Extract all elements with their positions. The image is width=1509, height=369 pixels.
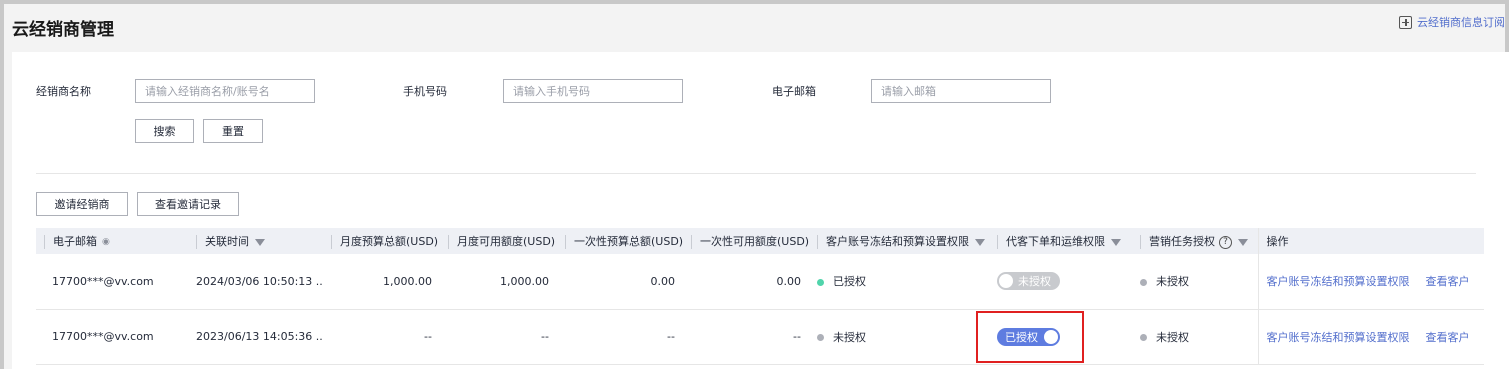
status-dot — [817, 278, 824, 286]
phone-filter-label: 手机号码 — [403, 85, 447, 98]
col-order-permission: 代客下单和运维权限 — [989, 228, 1132, 254]
invite-dealer-button[interactable]: 邀请经销商 — [36, 192, 128, 216]
cell-linked-time: 2023/06/13 14:05:36 ... — [188, 309, 323, 365]
filter-icon[interactable] — [255, 238, 265, 246]
search-button[interactable]: 搜索 — [135, 119, 194, 143]
reset-button[interactable]: 重置 — [203, 119, 263, 143]
dealer-table: 电子邮箱 ◉ 关联时间 月度预算总额(USD) 月度可用额度(USD) 一次性预算… — [36, 228, 1484, 365]
status-dot — [817, 334, 824, 341]
cell-order-permission: 未授权 — [989, 254, 1132, 310]
cell-operations: 客户账号冻结和预算设置权限 查看客户 — [1257, 254, 1484, 310]
subscribe-label: 云经销商信息订阅 — [1417, 16, 1505, 29]
cell-email: 17700***@vv.com — [36, 309, 188, 365]
status-dot — [1140, 278, 1147, 286]
highlight-box — [976, 311, 1084, 363]
col-freeze-permission: 客户账号冻结和预算设置权限 — [809, 228, 989, 254]
col-operations: 操作 — [1257, 228, 1484, 254]
freeze-permission-link[interactable]: 客户账号冻结和预算设置权限 — [1267, 331, 1410, 344]
cell-marketing-status: 未授权 — [1132, 254, 1258, 310]
status-dot — [1140, 334, 1147, 341]
col-email: 电子邮箱 ◉ — [36, 228, 188, 254]
phone-input[interactable] — [503, 79, 683, 103]
cell-onetime-available: 0.00 — [683, 254, 809, 310]
filter-icon[interactable] — [975, 238, 985, 246]
main-panel: 经销商名称 手机号码 电子邮箱 搜索 重置 邀请经销商 查看邀请记录 电子邮箱◉… — [12, 52, 1509, 369]
cell-monthly-available: 1,000.00 — [440, 254, 557, 310]
filter-icon[interactable] — [1111, 238, 1121, 246]
cell-onetime-budget: 0.00 — [557, 254, 683, 310]
col-marketing-auth: 营销任务授权? — [1132, 228, 1258, 254]
freeze-permission-link[interactable]: 客户账号冻结和预算设置权限 — [1267, 275, 1410, 288]
filter-icon[interactable] — [1238, 238, 1248, 246]
view-customers-link[interactable]: 查看客户 — [1426, 331, 1470, 344]
page-title: 云经销商管理 — [12, 20, 114, 40]
subscribe-link[interactable]: 云经销商信息订阅 — [1399, 14, 1505, 30]
col-onetime-budget: 一次性预算总额(USD) — [557, 228, 683, 254]
name-input[interactable] — [135, 79, 315, 103]
cell-operations: 客户账号冻结和预算设置权限 查看客户 — [1257, 309, 1484, 365]
email-filter-label: 电子邮箱 — [772, 85, 816, 98]
col-linked-time: 关联时间 — [188, 228, 323, 254]
subscribe-icon — [1399, 15, 1412, 29]
email-input[interactable] — [871, 79, 1051, 103]
cell-linked-time: 2024/03/06 10:50:13 ... — [188, 254, 323, 310]
help-icon[interactable]: ? — [1219, 235, 1232, 249]
cell-monthly-available: -- — [440, 309, 557, 365]
table-row: 17700***@vv.com 2024/03/06 10:50:13 ... … — [36, 254, 1484, 310]
table-header-row: 电子邮箱 ◉ 关联时间 月度预算总额(USD) 月度可用额度(USD) 一次性预算… — [36, 228, 1484, 254]
invite-history-button[interactable]: 查看邀请记录 — [137, 192, 239, 216]
cell-monthly-budget: 1,000.00 — [323, 254, 440, 310]
name-filter-label: 经销商名称 — [36, 85, 91, 98]
table-row: 17700***@vv.com 2023/06/13 14:05:36 ... … — [36, 309, 1484, 365]
col-onetime-available: 一次性可用额度(USD) — [683, 228, 809, 254]
cell-onetime-budget: -- — [557, 309, 683, 365]
cell-onetime-available: -- — [683, 309, 809, 365]
eye-icon[interactable]: ◉ — [102, 237, 110, 247]
divider — [36, 173, 1476, 174]
cell-monthly-budget: -- — [323, 309, 440, 365]
cell-email: 17700***@vv.com — [36, 254, 188, 310]
col-monthly-budget: 月度预算总额(USD) — [323, 228, 440, 254]
cell-freeze-status: 未授权 — [809, 309, 989, 365]
view-customers-link[interactable]: 查看客户 — [1426, 275, 1470, 288]
order-permission-toggle[interactable]: 未授权 — [997, 272, 1060, 291]
col-monthly-available: 月度可用额度(USD) — [440, 228, 557, 254]
cell-freeze-status: 已授权 — [809, 254, 989, 310]
cell-marketing-status: 未授权 — [1132, 309, 1258, 365]
